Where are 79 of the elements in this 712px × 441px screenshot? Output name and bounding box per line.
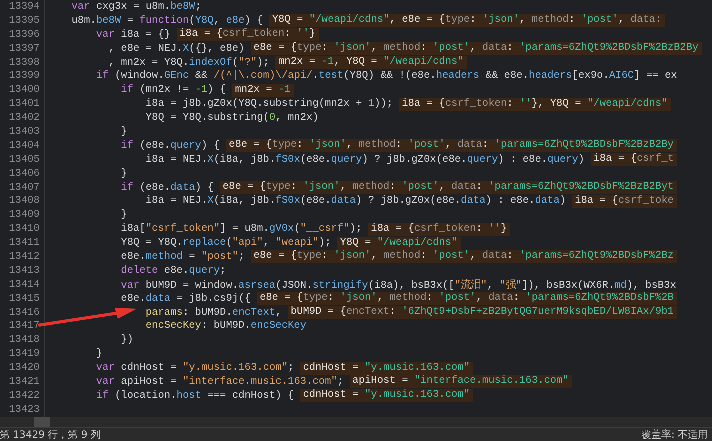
code-line: delete e8e.query; bbox=[120, 264, 226, 277]
line-number: 13398 bbox=[0, 56, 45, 70]
inline-value: cdnHost = "y.music.163.com" bbox=[300, 389, 474, 402]
code-line: } bbox=[120, 126, 128, 138]
code-line: if (location.host === cdnHost) { bbox=[95, 390, 294, 402]
line-number: 13404 bbox=[0, 138, 45, 153]
line-number: 13420 bbox=[0, 361, 45, 376]
line-number: 13421 bbox=[0, 375, 45, 389]
line-number: 13408 bbox=[0, 194, 45, 208]
inline-value: cdnHost = "y.music.163.com" bbox=[300, 362, 474, 375]
line-number: 13419 bbox=[0, 347, 45, 362]
code-line: if (e8e.data) { bbox=[120, 182, 214, 194]
inline-value: Y8Q = "/weapi/cdns" bbox=[337, 236, 461, 250]
inline-value: Y8Q = "/weapi/cdns", e8e = {type: 'json', method: 'post', data: bbox=[269, 14, 665, 28]
line-number: 13400 bbox=[0, 83, 45, 98]
line-number: 13413 bbox=[0, 264, 45, 278]
code-line: Y8Q = Y8Q.replace("api", "weapi"); bbox=[120, 237, 332, 250]
inline-value: e8e = {type: 'json', method: 'post', data: 'params=6ZhQt9%2BDsbF%2B bbox=[256, 292, 677, 306]
line-number: 13416 bbox=[0, 306, 45, 320]
inline-value: mn2x = -1, Y8Q = "/weapi/cdns" bbox=[275, 56, 467, 69]
code-line: var apiHost = "interface.music.163.com"; bbox=[95, 376, 344, 388]
code-line: var cxg3x = u8m.be8W; bbox=[70, 0, 202, 13]
code-line: var i8a = {} bbox=[95, 28, 171, 41]
inline-value: bUM9D = {encText: '6ZhQt9+DsbF+zB2BytQG7uerM9ksqbED/LW8IAx/9b1 bbox=[288, 306, 677, 320]
line-number: 13422 bbox=[0, 388, 45, 403]
code-line: i8a = NEJ.X(i8a, j8b.fS0x(e8e.query) ? j8b.gZ0x(e8e.query) : e8e.query) bbox=[144, 154, 585, 166]
coverage-status: 覆盖率: 不适用 bbox=[641, 428, 708, 441]
code-line: }) bbox=[120, 334, 134, 346]
cursor-position: 第 13429 行，第 9 列 bbox=[0, 428, 101, 441]
code-line: } bbox=[120, 168, 128, 180]
line-number: 13402 bbox=[0, 111, 45, 126]
line-number: 13410 bbox=[0, 222, 45, 236]
code-line: params: bUM9D.encText, bbox=[144, 306, 282, 319]
code-line: if (window.GEnc && /(^|\.com)\/api/.test(Y8Q) && !(e8e.headers && e8e.headers[ex9o.AI6C] == ex bbox=[95, 70, 678, 82]
line-number: 13409 bbox=[0, 208, 45, 222]
line-number: 13415 bbox=[0, 292, 45, 306]
code-line: if (mn2x != -1) { bbox=[120, 84, 226, 96]
inline-value: apiHost = "interface.music.163.com" bbox=[350, 375, 572, 388]
inline-value: i8a = {csrf_token: ''}, Y8Q = "/weapi/cdns" bbox=[399, 98, 671, 111]
line-number: 13411 bbox=[0, 236, 45, 250]
code-line: i8a = NEJ.X(i8a, j8b.fS0x(e8e.data) ? j8b.gZ0x(e8e.data) : e8e.data) bbox=[144, 195, 566, 208]
line-number: 13405 bbox=[0, 152, 45, 167]
line-number: 13395 bbox=[0, 14, 45, 28]
inline-value: i8a = {csrf_token: ''} bbox=[368, 222, 510, 236]
code-line: } bbox=[95, 348, 103, 360]
line-number: 13401 bbox=[0, 97, 45, 112]
code-line: var bUM9D = window.asrsea(JSON.stringify(i8a), bsB3x(["流泪", "强"]), bsB3x(WX6R.md), bsB3x bbox=[120, 278, 676, 292]
code-line: var cdnHost = "y.music.163.com"; bbox=[95, 362, 294, 374]
inline-value: i8a = {csrf_t bbox=[590, 153, 678, 166]
code-line: encSecKey: bUM9D.encSecKey bbox=[144, 320, 307, 332]
code-line: e8e.data = j8b.cs9j({ bbox=[120, 292, 251, 305]
inline-value: e8e = {type: 'json', method: 'post', data: 'params=6ZhQt9%2BDsbF%2Bz bbox=[250, 250, 677, 264]
line-number: 13396 bbox=[0, 28, 45, 42]
code-line: Y8Q = Y8Q.substring(0, mn2x) bbox=[144, 112, 319, 124]
line-number: 13407 bbox=[0, 180, 45, 194]
code-line: , mn2x = Y8Q.indexOf("?"); bbox=[108, 56, 270, 68]
line-number: 13412 bbox=[0, 250, 45, 264]
inline-value: e8e = {type: 'json', method: 'post', data: 'params=6ZhQt9%2BDsbF%2BzB2Byt bbox=[220, 181, 677, 194]
line-number: 13394 bbox=[0, 0, 45, 14]
inline-value: i8a = {csrf_toke bbox=[572, 194, 677, 208]
line-number: 13418 bbox=[0, 333, 45, 348]
line-number: 13414 bbox=[0, 278, 45, 292]
code-line: e8e.method = "post"; bbox=[120, 250, 245, 263]
inline-value: e8e = {type: 'json', method: 'post', data: 'params=6ZhQt9%2BDsbF%2BzB2By bbox=[226, 139, 677, 152]
inline-value: mn2x = -1 bbox=[232, 84, 294, 97]
line-number: 13399 bbox=[0, 69, 45, 84]
line-number: 13406 bbox=[0, 166, 45, 181]
code-line: if (e8e.query) { bbox=[120, 140, 220, 152]
line-number: 13397 bbox=[0, 42, 45, 56]
code-line: u8m.be8W = function(Y8Q, e8e) { bbox=[70, 14, 264, 27]
code-line: } bbox=[120, 209, 128, 222]
inline-value: e8e = {type: 'json', method: 'post', data: 'params=6ZhQt9%2BDsbF%2BzB2By bbox=[250, 42, 702, 56]
code-line: i8a["csrf_token"] = u8m.gV0x("__csrf"); bbox=[120, 223, 362, 236]
code-line: , e8e = NEJ.X({}, e8e) bbox=[108, 42, 245, 55]
code-line: i8a = j8b.gZ0x(Y8Q.substring(mn2x + 1)); bbox=[144, 98, 394, 110]
horizontal-scrollbar[interactable] bbox=[0, 417, 712, 427]
scrollbar-thumb[interactable] bbox=[34, 417, 50, 427]
line-number: 13403 bbox=[0, 125, 45, 139]
inline-value: i8a = {csrf_token: ''} bbox=[176, 28, 319, 42]
